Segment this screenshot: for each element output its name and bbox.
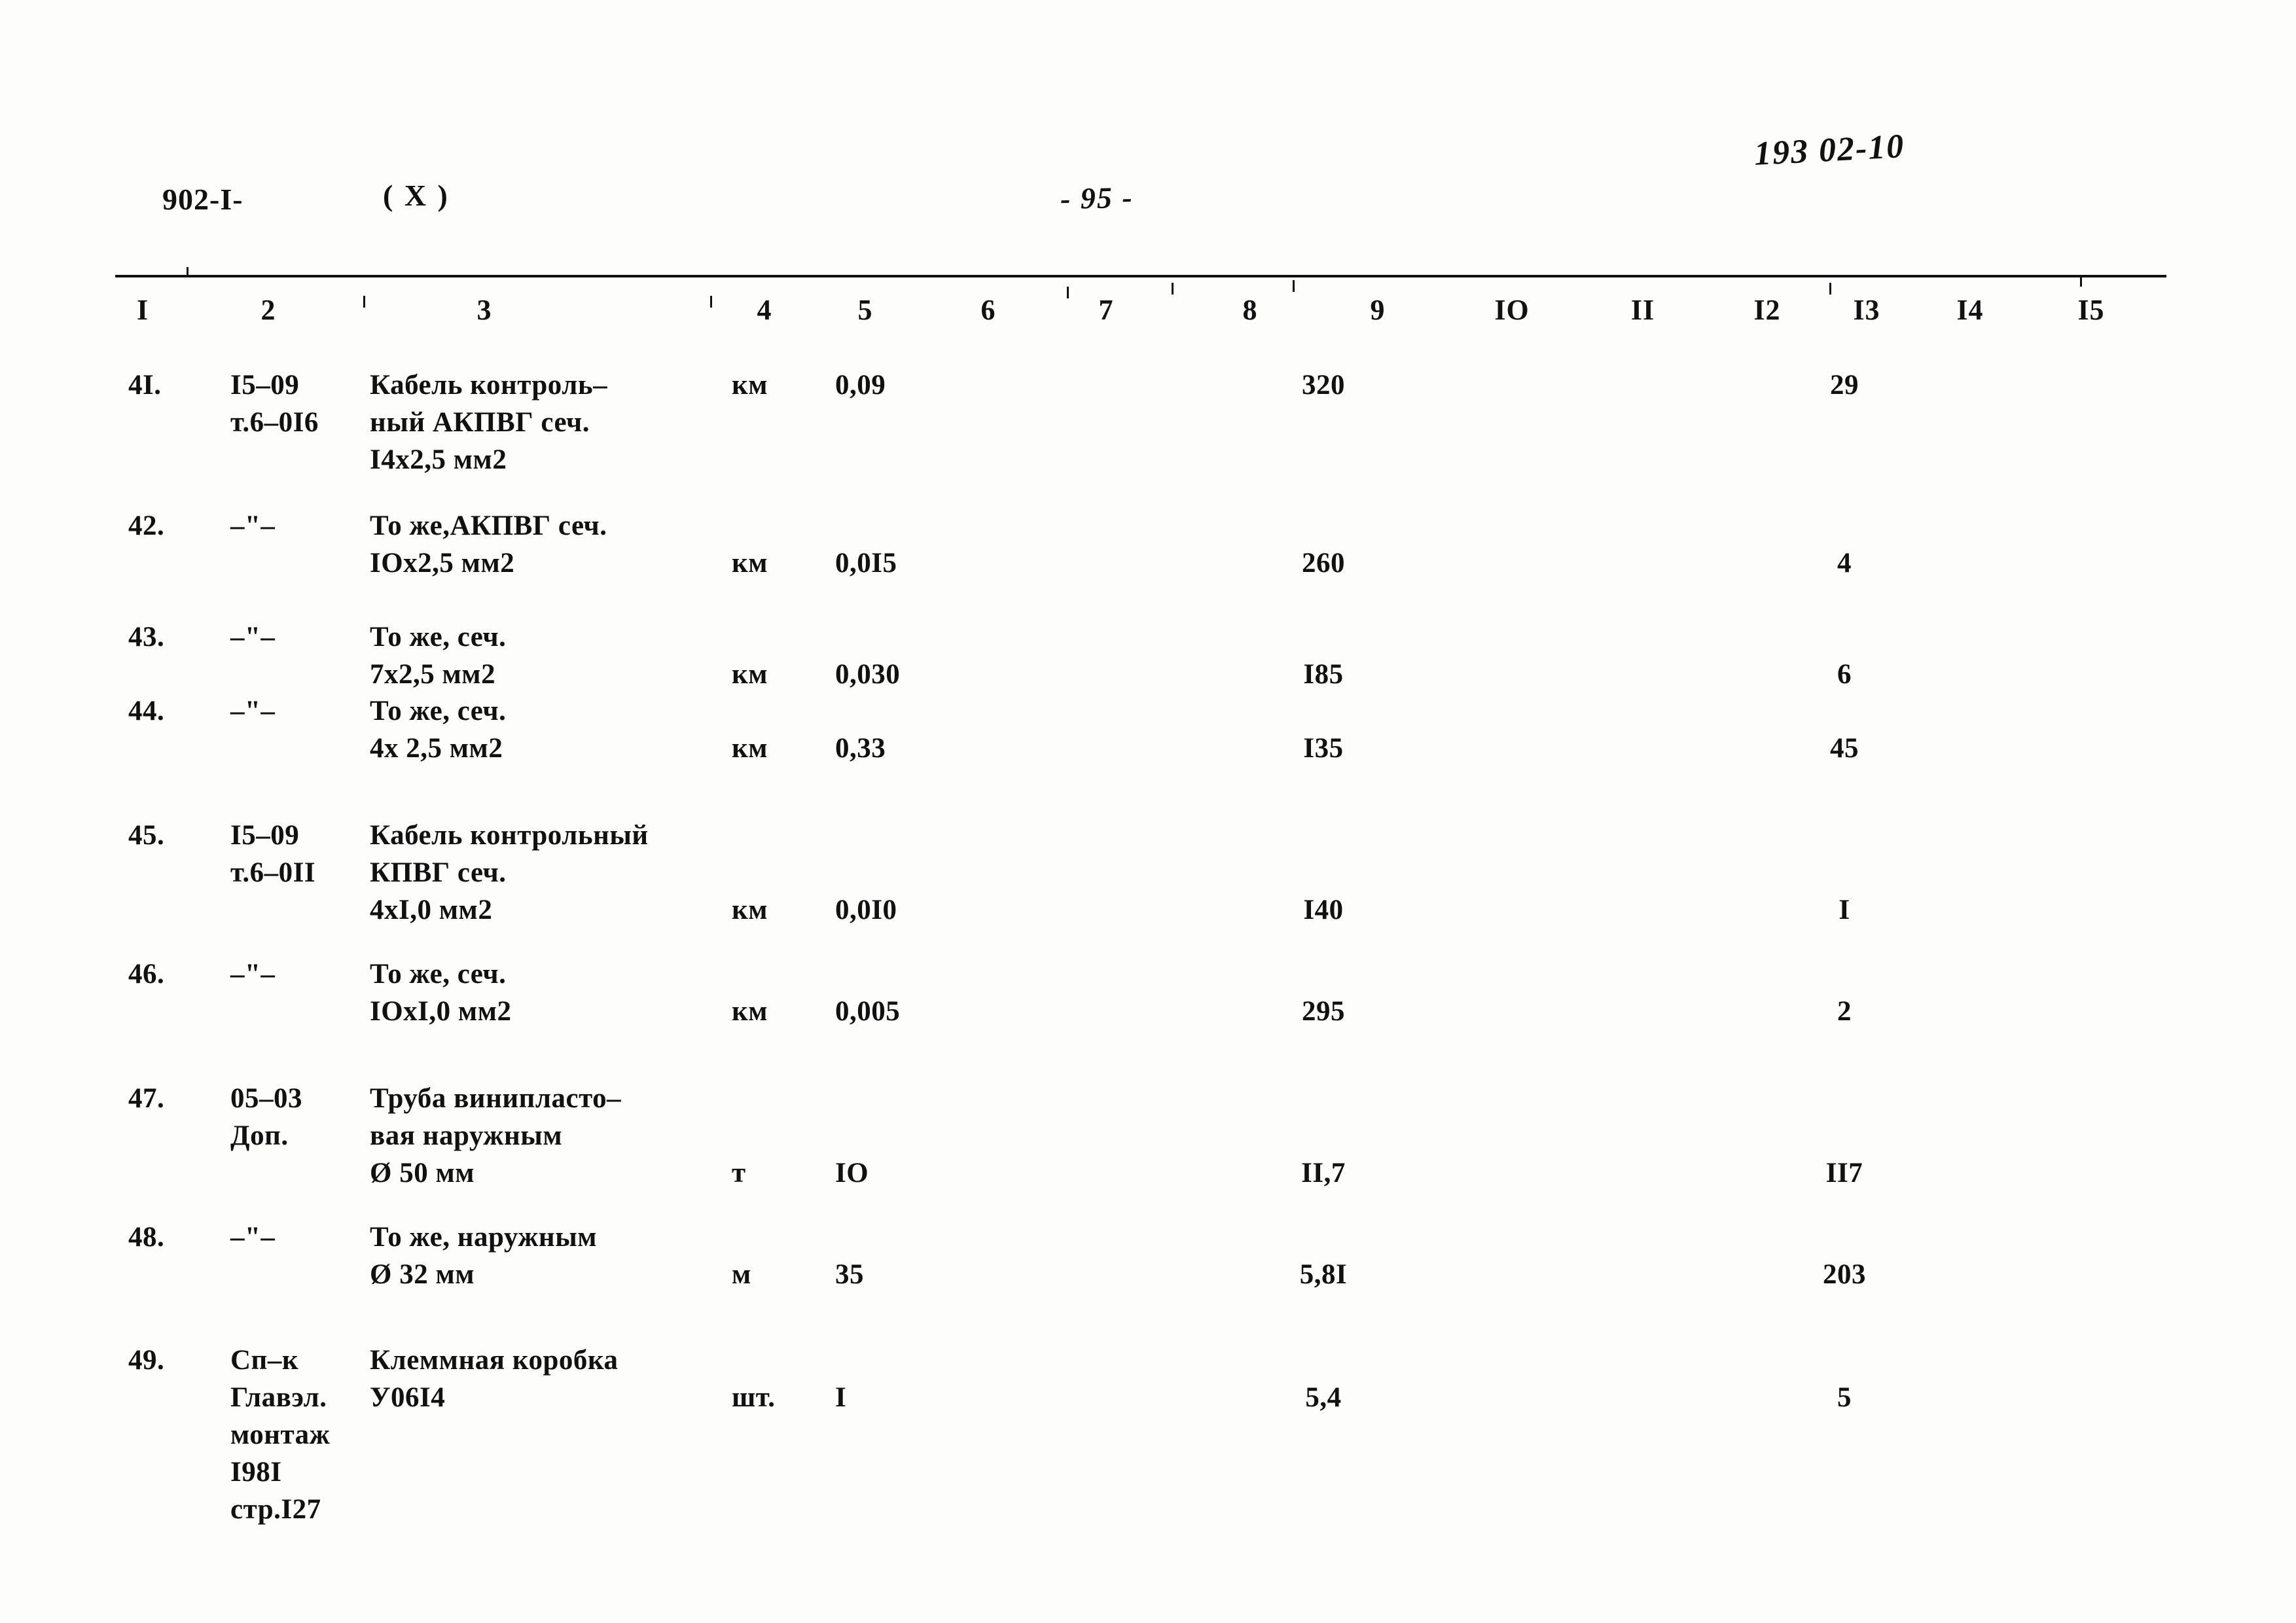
row-code: I5–09 т.6–0I6 [230, 370, 319, 438]
row-total: I [1839, 895, 1850, 925]
row-number: 49. [128, 1345, 165, 1376]
row-code: 05–03 Доп. [230, 1083, 302, 1151]
stray-tick-mark [710, 296, 712, 308]
stray-tick-mark [1293, 280, 1295, 292]
row-unit: км [732, 370, 768, 401]
row-unit: м [732, 1259, 751, 1290]
row-name: То же,АКПВГ сеч. IOх2,5 мм2 [370, 510, 607, 579]
row-price: 5,4 [1305, 1382, 1342, 1413]
row-quantity: 0,09 [835, 370, 886, 401]
row-quantity: 0,030 [835, 659, 901, 690]
row-quantity: IO [835, 1158, 869, 1188]
row-price: 320 [1302, 370, 1345, 401]
row-price: I40 [1303, 895, 1344, 925]
stray-tick-mark [1172, 283, 1174, 294]
row-unit: шт. [732, 1382, 776, 1413]
row-code: –"– [230, 959, 276, 990]
row-unit: км [732, 895, 768, 925]
row-total: 45 [1830, 733, 1859, 764]
stray-tick-mark [1829, 283, 1831, 294]
row-number: 43. [128, 622, 165, 652]
stray-tick-mark [1067, 287, 1069, 298]
row-total: 4 [1837, 548, 1852, 579]
stray-tick-mark [2080, 275, 2082, 287]
row-name: Клеммная коробка У06I4 [370, 1345, 619, 1413]
row-code: Сп–к Главэл. монтаж I98I стр.I27 [230, 1345, 331, 1525]
row-quantity: 0,33 [835, 733, 886, 764]
row-number: 46. [128, 959, 165, 990]
row-total: II7 [1825, 1158, 1863, 1188]
row-number: 48. [128, 1222, 165, 1253]
row-name: Кабель контрольный КПВГ сеч. 4хI,0 мм2 [370, 820, 649, 925]
row-price: II,7 [1301, 1158, 1346, 1188]
row-code: –"– [230, 1222, 276, 1253]
row-code: I5–09 т.6–0II [230, 820, 316, 888]
table-body: 4I. I5–09 т.6–0I6 Кабель контроль– ный АКП… [0, 0, 2296, 1623]
row-total: 6 [1837, 659, 1852, 690]
row-number: 44. [128, 696, 165, 726]
row-quantity: 35 [835, 1259, 864, 1290]
row-name: То же, сеч. 4х 2,5 мм2 [370, 696, 507, 764]
row-price: I85 [1303, 659, 1344, 690]
row-price: 295 [1302, 996, 1345, 1027]
row-number: 45. [128, 820, 165, 851]
row-unit: км [732, 733, 768, 764]
row-unit: км [732, 996, 768, 1027]
row-code: –"– [230, 622, 276, 652]
row-price: 5,8I [1299, 1259, 1348, 1290]
row-total: 5 [1837, 1382, 1852, 1413]
row-number: 47. [128, 1083, 165, 1114]
row-price: 260 [1302, 548, 1345, 579]
row-unit: т [732, 1158, 746, 1188]
row-name: Кабель контроль– ный АКПВГ сеч. I4х2,5 м… [370, 370, 608, 475]
row-total: 203 [1823, 1259, 1866, 1290]
row-number: 42. [128, 510, 165, 541]
row-unit: км [732, 548, 768, 579]
row-quantity: I [835, 1382, 847, 1413]
row-name: Труба винипласто– вая наружным Ø 50 мм [370, 1083, 622, 1188]
row-total: 2 [1837, 996, 1852, 1027]
row-number: 4I. [128, 370, 162, 401]
stray-tick-mark [363, 296, 365, 308]
row-code: –"– [230, 510, 276, 541]
row-quantity: 0,0I0 [835, 895, 897, 925]
row-price: I35 [1303, 733, 1344, 764]
row-unit: км [732, 659, 768, 690]
row-code: –"– [230, 696, 276, 726]
row-name: То же, сеч. IOхI,0 мм2 [370, 959, 512, 1027]
row-quantity: 0,0I5 [835, 548, 897, 579]
row-quantity: 0,005 [835, 996, 901, 1027]
row-name: То же, сеч. 7х2,5 мм2 [370, 622, 507, 690]
document-page: 902-I- ( X ) - 95 - 193 02-10 I23456789I… [0, 0, 2296, 1623]
row-total: 29 [1830, 370, 1859, 401]
row-name: То же, наружным Ø 32 мм [370, 1222, 598, 1290]
